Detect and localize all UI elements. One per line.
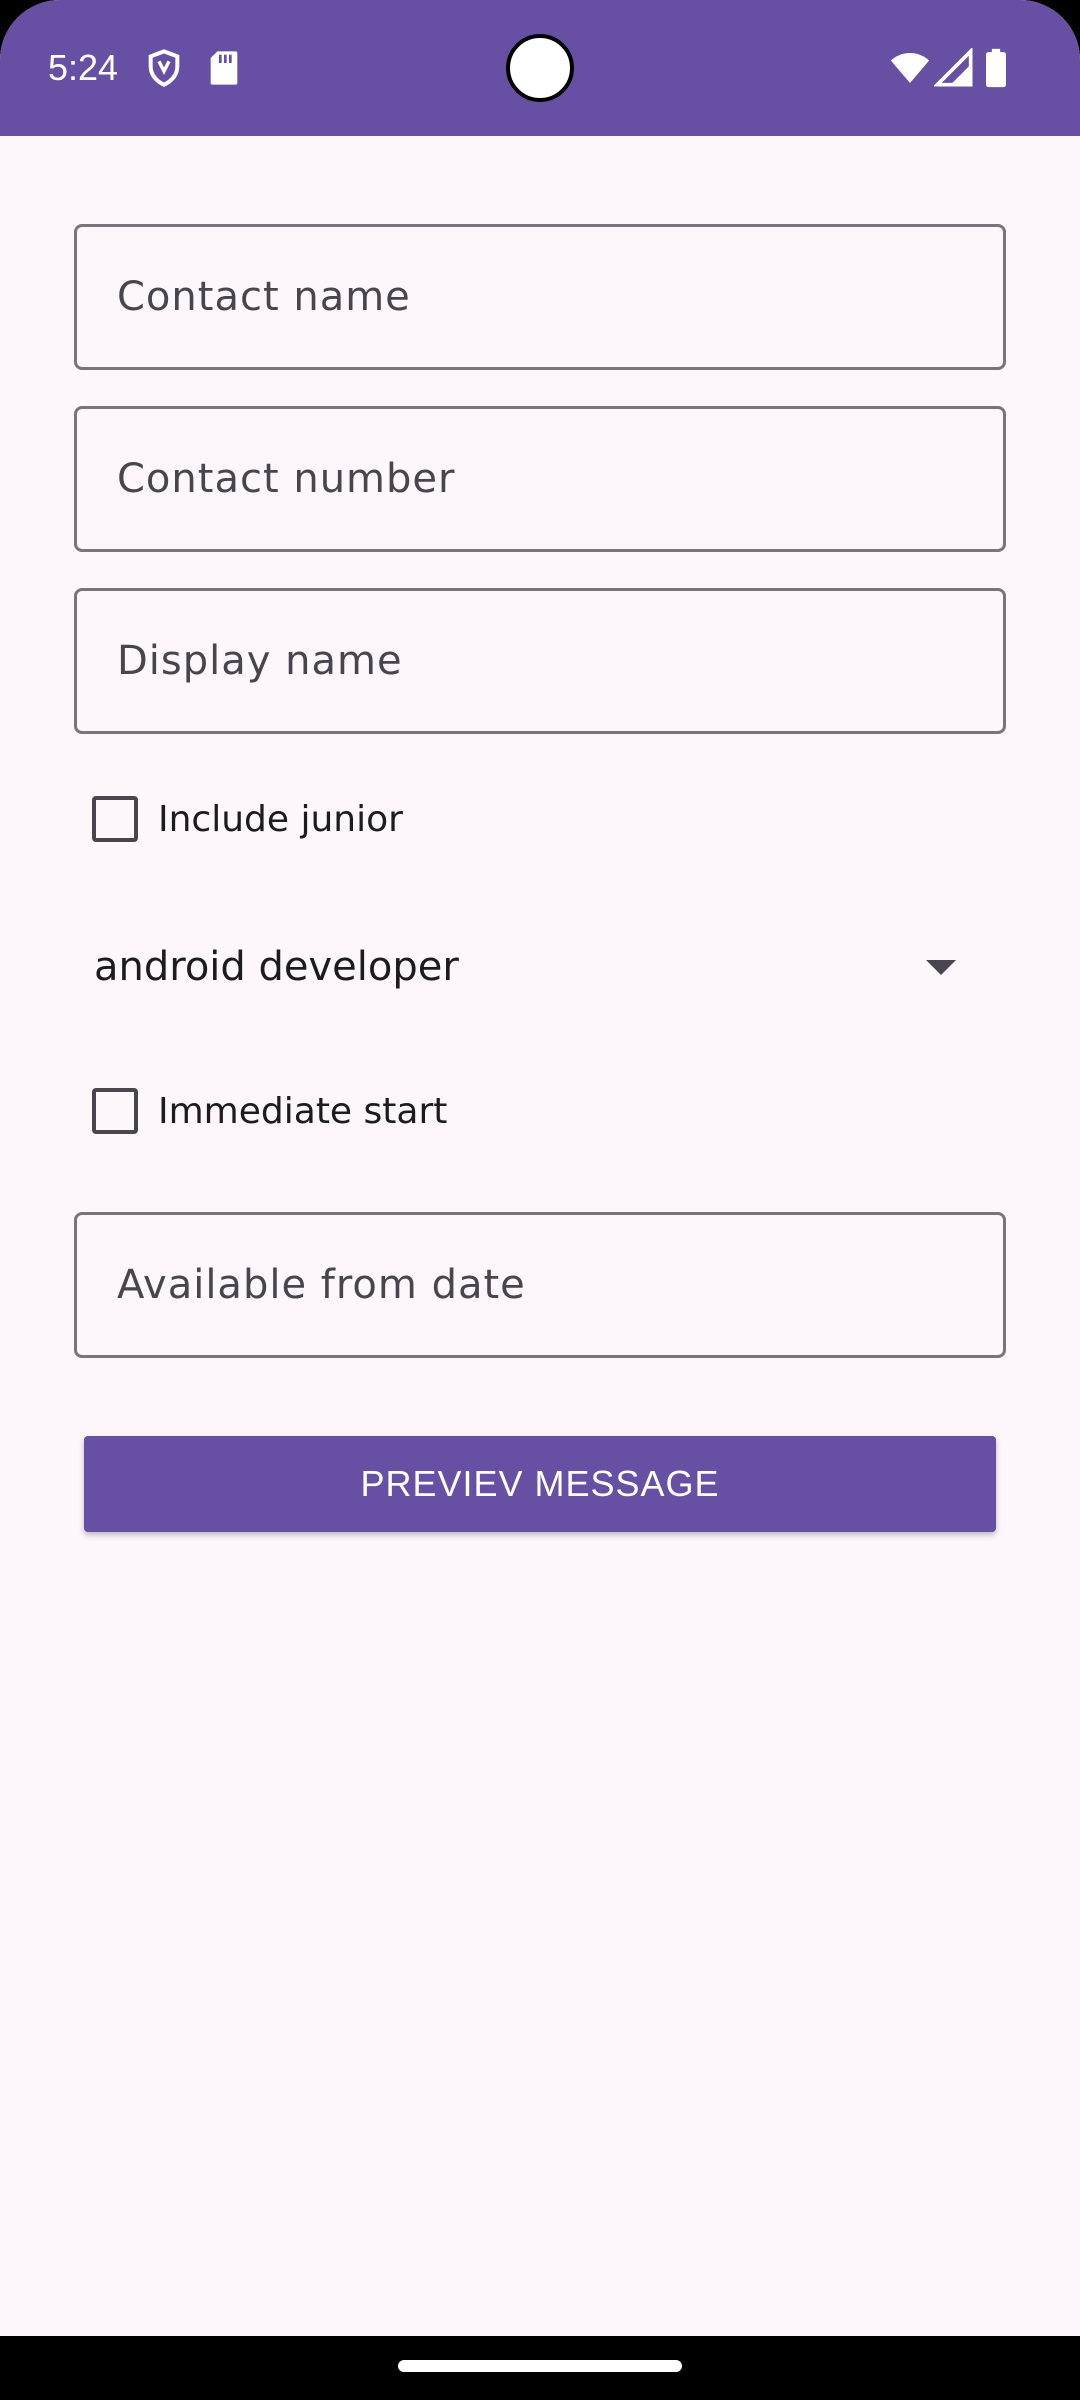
display-name-input[interactable] [74,588,1006,734]
signal-icon [934,48,973,87]
dropdown-arrow-icon [926,959,956,975]
immediate-start-label: Immediate start [158,1090,448,1132]
home-indicator[interactable] [398,2360,682,2372]
include-junior-row[interactable]: Include junior [92,794,403,844]
shield-icon [148,49,180,87]
front-camera [506,34,574,102]
status-bar: 5:24 [0,0,1080,136]
position-dropdown[interactable]: android developer [94,922,974,1012]
include-junior-label: Include junior [158,798,403,840]
available-from-date-input[interactable] [74,1212,1006,1358]
include-junior-checkbox[interactable] [92,796,138,842]
contact-name-input[interactable] [74,224,1006,370]
sd-card-icon [210,51,238,85]
status-time: 5:24 [48,47,119,88]
immediate-start-checkbox[interactable] [92,1088,138,1134]
immediate-start-row[interactable]: Immediate start [92,1086,447,1136]
battery-icon [986,48,1006,88]
position-dropdown-value: android developer [94,944,459,990]
contact-number-input[interactable] [74,406,1006,552]
wifi-icon [890,53,930,83]
app-screen: 5:24 Include junior [0,0,1080,2400]
preview-message-button[interactable]: PREVIEV MESSAGE [84,1436,996,1532]
